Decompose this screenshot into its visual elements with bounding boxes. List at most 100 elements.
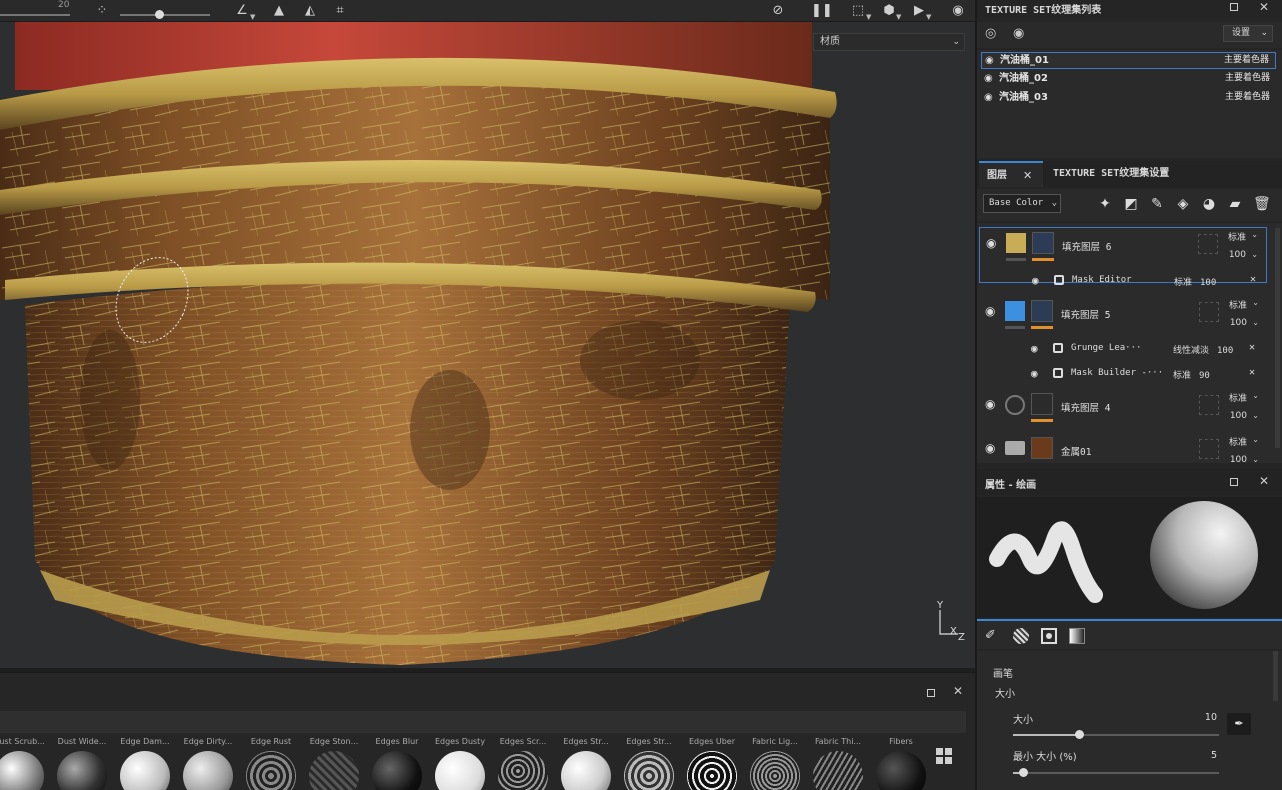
shelf-material-item[interactable]: Edges Str... bbox=[555, 735, 617, 790]
close-icon[interactable]: ✕ bbox=[953, 684, 963, 698]
symmetry-icon[interactable]: ▲ bbox=[271, 3, 287, 19]
crop-icon[interactable]: ⌗ bbox=[332, 3, 348, 19]
grid-view-icon[interactable] bbox=[936, 748, 952, 764]
trash-icon[interactable]: 🗑 bbox=[1253, 196, 1271, 212]
lazy-mouse-icon[interactable]: ◭ bbox=[302, 3, 318, 19]
layer-blend-mode[interactable]: 标准 bbox=[1228, 230, 1246, 243]
smart-material-icon[interactable]: ◕ bbox=[1201, 196, 1217, 212]
effect-blend[interactable]: 线性减淡 100 bbox=[1173, 343, 1233, 356]
layer-blend-mode[interactable]: 标准 bbox=[1229, 298, 1247, 311]
shelf-material-item[interactable]: Fabric Lig... bbox=[744, 735, 806, 790]
shelf-material-item[interactable]: Edges Scr... bbox=[492, 735, 554, 790]
dots-icon[interactable]: ⁘ bbox=[94, 3, 110, 19]
shelf-material-item[interactable]: Edges Dusty bbox=[429, 735, 491, 790]
brush-tab-icon[interactable]: ✐ bbox=[985, 628, 1001, 644]
close-icon[interactable]: ✕ bbox=[1250, 274, 1256, 285]
add-mask-icon[interactable]: ◩ bbox=[1123, 196, 1139, 212]
layer-row[interactable]: ◉ 填充图层 4 标准 100 ⌄ ⌄ bbox=[979, 389, 1267, 427]
toolbar-slider-1[interactable] bbox=[0, 14, 70, 16]
layer-opacity[interactable]: 100 bbox=[1230, 455, 1247, 463]
eye-icon[interactable]: ◉ bbox=[985, 397, 995, 411]
restore-icon[interactable] bbox=[1230, 478, 1238, 486]
shelf-material-item[interactable]: Fabric Thi... bbox=[807, 735, 869, 790]
pause-icon[interactable]: ❚❚ bbox=[811, 3, 833, 19]
close-icon[interactable]: ✕ bbox=[1259, 474, 1269, 488]
eye-icon[interactable]: ◉ bbox=[986, 236, 996, 250]
texture-set-shader[interactable]: 主要着色器 bbox=[1225, 71, 1270, 86]
layer-opacity[interactable]: 100 bbox=[1230, 318, 1247, 328]
layer-row[interactable]: ◉ 金属01 标准 100 ⌄ ⌄ bbox=[979, 433, 1267, 463]
material-dropdown[interactable]: 材质 ⌄ bbox=[813, 33, 965, 51]
close-icon[interactable]: ✕ bbox=[1259, 0, 1269, 14]
shelf-material-item[interactable]: Edge Ston... bbox=[303, 735, 365, 790]
eye-icon[interactable]: ◉ bbox=[984, 90, 993, 105]
hide-icon[interactable]: ⊘ bbox=[770, 3, 786, 19]
shelf-material-item[interactable]: Dust Wide... bbox=[51, 735, 113, 790]
3d-viewport[interactable]: 20 ⁘ ∠ ▼ ▲ ◭ ⌗ ⊘ ❚❚ ⬚ ▼ ⬢ ▼ ▶ ▼ ◉ 材质 ⌄ Y… bbox=[0, 0, 975, 668]
layer-row[interactable]: ◉ 填充图层 6 标准 100 ⌄ ⌄ ◉ Mask Editor 标准 100 ✕ bbox=[979, 227, 1267, 288]
paint-layer-icon[interactable]: ✎ bbox=[1149, 196, 1165, 212]
min-size-value[interactable]: 5 bbox=[1187, 750, 1217, 761]
shelf-material-item[interactable]: Fibers bbox=[870, 735, 930, 790]
layer-blend-mode[interactable]: 标准 bbox=[1229, 435, 1247, 448]
layer-row[interactable]: ◉ 填充图层 5 标准 100 ⌄ ⌄ ◉ Grunge Lea··· 线性减淡 100 ✕ ◉ Mas… bbox=[979, 296, 1267, 381]
channel-dropdown[interactable]: Base Color ⌄ bbox=[983, 194, 1061, 213]
fill-layer-icon[interactable]: ◈ bbox=[1175, 196, 1191, 212]
tab-texture-set-settings[interactable]: TEXTURE SET纹理集设置 bbox=[1053, 161, 1253, 187]
material-tab-icon[interactable] bbox=[1069, 628, 1085, 644]
shelf-material-item[interactable]: Edges Uber bbox=[681, 735, 743, 790]
shelf-material-item[interactable]: Edge Dam... bbox=[114, 735, 176, 790]
layer-effect-row[interactable]: ◉ Grunge Lea··· 线性减淡 100 ✕ bbox=[1031, 338, 1261, 360]
min-size-slider-knob[interactable] bbox=[1019, 768, 1029, 777]
eye-icon[interactable]: ◉ bbox=[984, 71, 993, 86]
size-slider-knob[interactable] bbox=[1074, 730, 1084, 739]
texture-set-row[interactable]: ◉ 汽油桶_03 主要着色器 bbox=[981, 90, 1276, 107]
properties-scrollbar[interactable] bbox=[1273, 651, 1278, 701]
texture-set-row[interactable]: ◉ 汽油桶_02 主要着色器 bbox=[981, 71, 1276, 88]
texture-set-shader[interactable]: 主要着色器 bbox=[1224, 53, 1269, 68]
eye-icon[interactable]: ◉ bbox=[985, 441, 995, 455]
shelf-material-item[interactable]: Edges Blur bbox=[366, 735, 428, 790]
layer-opacity[interactable]: 100 bbox=[1229, 250, 1246, 260]
layer-blend-mode[interactable]: 标准 bbox=[1229, 391, 1247, 404]
folder-icon[interactable]: ▰ bbox=[1227, 196, 1243, 212]
layer-effect-row[interactable]: ◉ Mask Editor 标准 100 ✕ bbox=[1032, 270, 1262, 292]
barrel-render[interactable] bbox=[0, 0, 975, 668]
cube-icon[interactable]: ⬢ bbox=[881, 3, 897, 19]
alpha-tab-icon[interactable] bbox=[1013, 628, 1029, 644]
video-icon[interactable]: ▶ bbox=[911, 3, 927, 19]
shelf-material-item[interactable]: Dust Scrub... bbox=[0, 735, 50, 790]
eye-icon[interactable]: ◉ bbox=[1031, 367, 1038, 380]
restore-icon[interactable] bbox=[927, 689, 935, 697]
layer-opacity[interactable]: 100 bbox=[1230, 411, 1247, 421]
slider-knob[interactable] bbox=[155, 10, 164, 19]
add-effect-icon[interactable]: ✦ bbox=[1097, 196, 1113, 212]
restore-icon[interactable] bbox=[1230, 3, 1238, 11]
effect-blend[interactable]: 标准 90 bbox=[1173, 368, 1210, 381]
shelf-material-item[interactable]: Edges Str... bbox=[618, 735, 680, 790]
eye-icon[interactable]: ◉ bbox=[1031, 342, 1038, 355]
angle-icon[interactable]: ∠ bbox=[234, 3, 250, 19]
eye-icon[interactable]: ◉ bbox=[1032, 274, 1039, 287]
pen-pressure-button[interactable]: ✒ bbox=[1227, 713, 1251, 735]
layer-effect-row[interactable]: ◉ Mask Builder -··· 标准 90 ✕ bbox=[1031, 363, 1261, 385]
shelf-material-item[interactable]: Edge Dirty... bbox=[177, 735, 239, 790]
close-icon[interactable]: ✕ bbox=[1023, 163, 1032, 189]
eye-icon[interactable]: ◉ bbox=[1013, 26, 1024, 41]
eye-icon[interactable]: ◉ bbox=[985, 53, 994, 68]
texture-set-settings-dropdown[interactable]: 设置 ⌄ bbox=[1223, 25, 1273, 42]
tab-layers[interactable]: 图层 ✕ bbox=[979, 161, 1043, 187]
min-size-slider[interactable] bbox=[1013, 772, 1219, 774]
eye-icon[interactable]: ◉ bbox=[985, 304, 995, 318]
shelf-material-item[interactable]: Edge Rust bbox=[240, 735, 302, 790]
effect-blend[interactable]: 标准 100 bbox=[1174, 275, 1216, 288]
close-icon[interactable]: ✕ bbox=[1249, 342, 1255, 353]
toolbar-slider-2[interactable] bbox=[120, 14, 210, 16]
shelf-search-bar[interactable] bbox=[0, 711, 966, 733]
screenshot-icon[interactable]: ◉ bbox=[950, 3, 966, 19]
layers-scrollbar[interactable] bbox=[1275, 228, 1280, 448]
size-value[interactable]: 10 bbox=[1187, 712, 1217, 723]
stencil-tab-icon[interactable] bbox=[1041, 628, 1057, 644]
texture-set-shader[interactable]: 主要着色器 bbox=[1225, 90, 1270, 105]
close-icon[interactable]: ✕ bbox=[1249, 367, 1255, 378]
